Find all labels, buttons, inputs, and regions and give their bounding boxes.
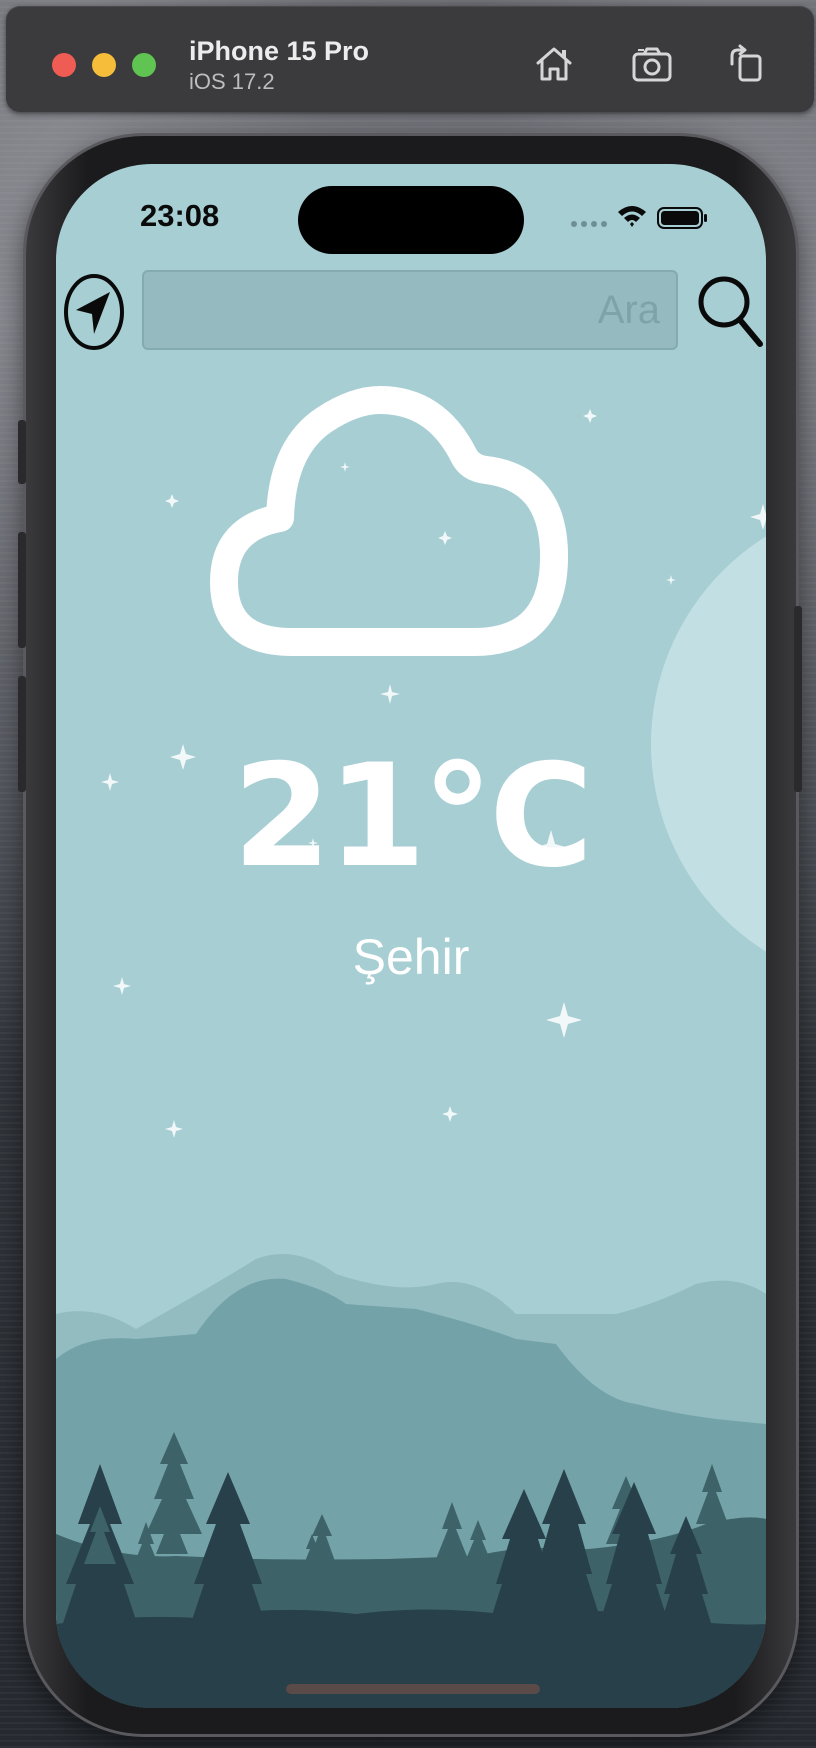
device-name: iPhone 15 Pro bbox=[189, 36, 370, 66]
volume-up-button[interactable] bbox=[18, 532, 26, 648]
city-label: Şehir bbox=[352, 929, 470, 985]
magnifier-icon bbox=[698, 276, 763, 347]
minimize-window-button[interactable] bbox=[92, 53, 116, 77]
rotate-icon[interactable] bbox=[724, 42, 768, 86]
screenshot-icon[interactable] bbox=[630, 42, 674, 86]
home-icon[interactable] bbox=[532, 42, 576, 86]
temperature-label: 21°C bbox=[232, 734, 594, 899]
close-window-button[interactable] bbox=[52, 53, 76, 77]
power-button[interactable] bbox=[794, 606, 802, 792]
battery-icon bbox=[657, 207, 707, 229]
search-input[interactable] bbox=[142, 270, 678, 350]
status-icons bbox=[564, 202, 714, 232]
cloud-icon bbox=[204, 386, 624, 666]
dynamic-island bbox=[298, 186, 524, 254]
search-button[interactable] bbox=[696, 270, 766, 354]
home-indicator[interactable] bbox=[286, 1684, 540, 1694]
wifi-icon bbox=[618, 206, 646, 227]
location-arrow-icon bbox=[64, 274, 124, 350]
location-button[interactable] bbox=[62, 272, 126, 352]
device-os-version: iOS 17.2 bbox=[189, 69, 275, 94]
app-screen: 23:08 Ara 21°C Şehir bbox=[56, 164, 766, 1708]
cellular-signal-icon bbox=[571, 221, 607, 227]
action-button[interactable] bbox=[18, 420, 26, 484]
volume-down-button[interactable] bbox=[18, 676, 26, 792]
simulator-titlebar: iPhone 15 Pro iOS 17.2 bbox=[6, 6, 814, 112]
status-time: 23:08 bbox=[140, 198, 220, 233]
zoom-window-button[interactable] bbox=[132, 53, 156, 77]
